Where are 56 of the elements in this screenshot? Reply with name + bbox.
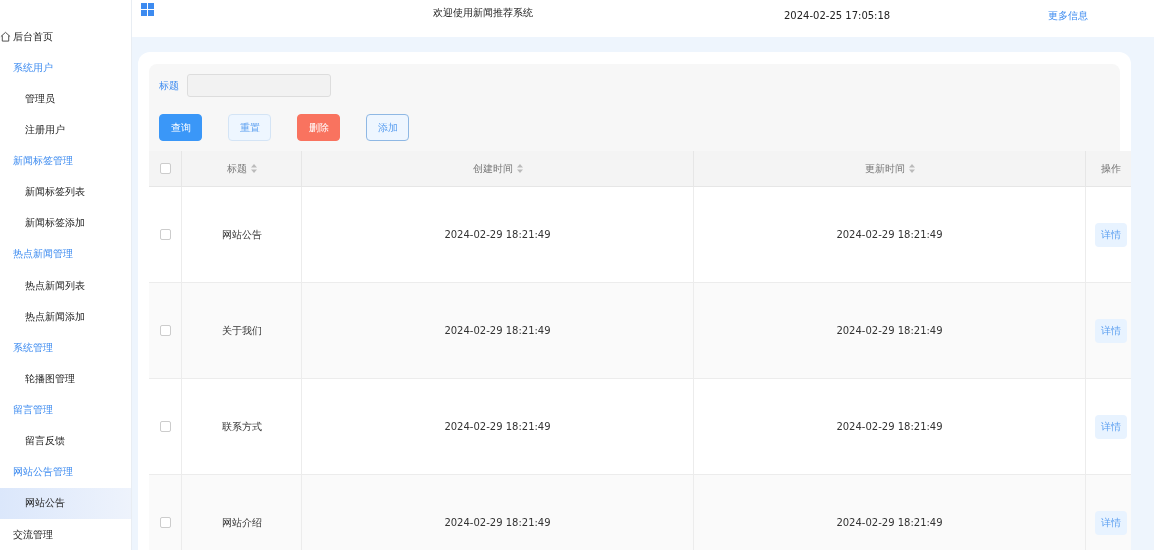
action-button[interactable]: 重置 — [228, 114, 271, 141]
table-cell: 2024-02-29 18:21:49 — [836, 325, 943, 336]
detail-button[interactable]: 详情 — [1094, 414, 1127, 439]
table-cell: 网站公告 — [221, 227, 262, 242]
sidebar-item[interactable]: 热点新闻添加 — [0, 301, 131, 333]
table-cell: 2024-02-29 18:21:49 — [444, 421, 551, 432]
row-checkbox[interactable] — [159, 229, 171, 240]
sidebar-item[interactable]: 新闻标签列表 — [0, 176, 131, 208]
sidebar-item[interactable]: 新闻标签添加 — [0, 207, 131, 239]
column-title: 操作 — [1100, 161, 1121, 176]
sidebar-item[interactable]: 后台首页 — [0, 21, 131, 53]
title-label: 标题 — [159, 78, 179, 93]
action-button[interactable]: 添加 — [366, 114, 409, 141]
sidebar-group[interactable]: 系统用户 — [0, 52, 131, 84]
detail-button[interactable]: 详情 — [1094, 222, 1127, 247]
sidebar-item[interactable]: 注册用户 — [0, 114, 131, 146]
datetime-text: 2024-02-25 17:05:18 — [784, 9, 892, 21]
table-cell: 联系方式 — [221, 419, 262, 434]
row-checkbox[interactable] — [159, 517, 171, 528]
home-icon — [0, 31, 11, 43]
more-info-link[interactable]: 更多信息 — [1034, 0, 1088, 23]
detail-button[interactable]: 详情 — [1094, 318, 1127, 343]
sidebar-group[interactable]: 系统管理 — [0, 332, 131, 364]
action-button[interactable]: 删除 — [297, 114, 340, 141]
sidebar-item[interactable]: 交流管理 — [0, 519, 131, 550]
table-cell: 2024-02-29 18:21:49 — [444, 517, 551, 528]
sidebar-group[interactable]: 热点新闻管理 — [0, 238, 131, 270]
sort-icon[interactable] — [516, 164, 523, 173]
grid-icon[interactable] — [141, 3, 154, 16]
sidebar-item[interactable]: 管理员 — [0, 83, 131, 115]
sidebar-group[interactable]: 网站公告管理 — [0, 456, 131, 488]
sidebar-group[interactable]: 新闻标签管理 — [0, 145, 131, 177]
title-input[interactable] — [187, 74, 331, 97]
sort-icon[interactable] — [250, 164, 257, 173]
sidebar-item[interactable]: 轮播图管理 — [0, 363, 131, 395]
page-title: 欢迎使用新闻推荐系统 — [431, 6, 534, 20]
table-cell: 2024-02-29 18:21:49 — [836, 517, 943, 528]
action-button[interactable]: 查询 — [159, 114, 202, 141]
column-title[interactable]: 创建时间 — [472, 161, 513, 176]
select-all-checkbox[interactable] — [159, 163, 171, 174]
sidebar-group[interactable]: 留言管理 — [0, 394, 131, 426]
table-cell: 2024-02-29 18:21:49 — [444, 229, 551, 240]
table-cell: 2024-02-29 18:21:49 — [836, 421, 943, 432]
row-checkbox[interactable] — [159, 325, 171, 336]
sidebar-item[interactable]: 留言反馈 — [0, 425, 131, 457]
sidebar-item[interactable]: 热点新闻列表 — [0, 270, 131, 302]
row-checkbox[interactable] — [159, 421, 171, 432]
table-cell: 关于我们 — [221, 323, 262, 338]
table-cell: 2024-02-29 18:21:49 — [836, 229, 943, 240]
detail-button[interactable]: 详情 — [1094, 510, 1127, 535]
sidebar-item[interactable]: 网站公告 — [0, 487, 131, 519]
table-cell: 网站介绍 — [221, 515, 262, 530]
sort-icon[interactable] — [908, 164, 915, 173]
column-title[interactable]: 标题 — [226, 161, 247, 176]
column-title[interactable]: 更新时间 — [864, 161, 905, 176]
table-cell: 2024-02-29 18:21:49 — [444, 325, 551, 336]
